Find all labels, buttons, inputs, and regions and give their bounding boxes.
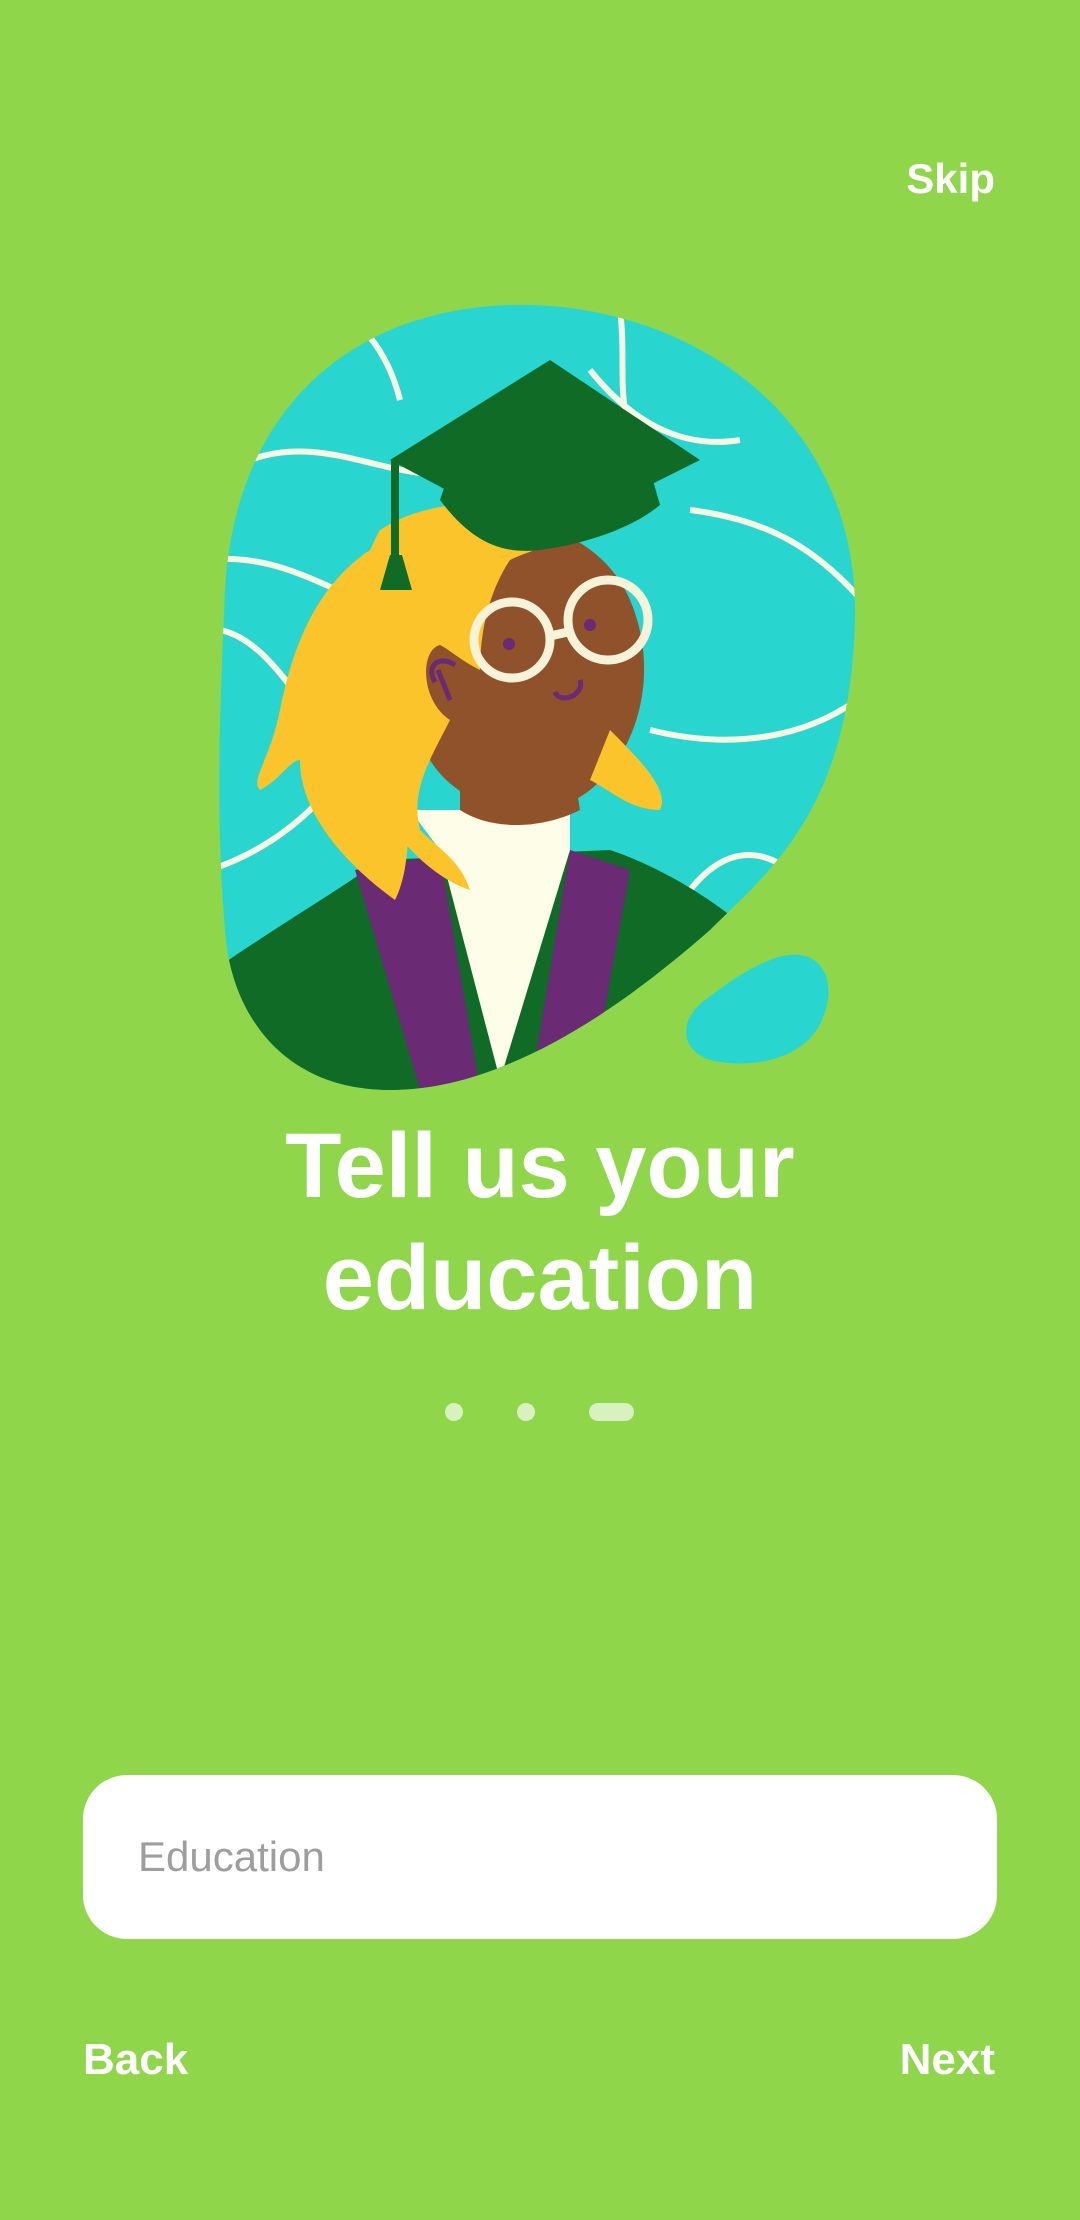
page-indicator-dot-2 bbox=[517, 1403, 535, 1421]
page-indicator-dot-3-active bbox=[589, 1403, 634, 1421]
skip-button[interactable]: Skip bbox=[906, 155, 995, 203]
education-field-container bbox=[83, 1775, 997, 1939]
title-line-1: Tell us your bbox=[285, 1115, 795, 1217]
page-title: Tell us your education bbox=[0, 1110, 1080, 1334]
page-indicator bbox=[0, 1403, 1080, 1421]
back-button[interactable]: Back bbox=[83, 2035, 188, 2085]
education-input[interactable] bbox=[138, 1775, 958, 1939]
title-line-2: education bbox=[322, 1227, 758, 1329]
graduate-illustration bbox=[219, 304, 856, 1091]
next-button[interactable]: Next bbox=[900, 2035, 995, 2085]
page-indicator-dot-1 bbox=[445, 1403, 463, 1421]
